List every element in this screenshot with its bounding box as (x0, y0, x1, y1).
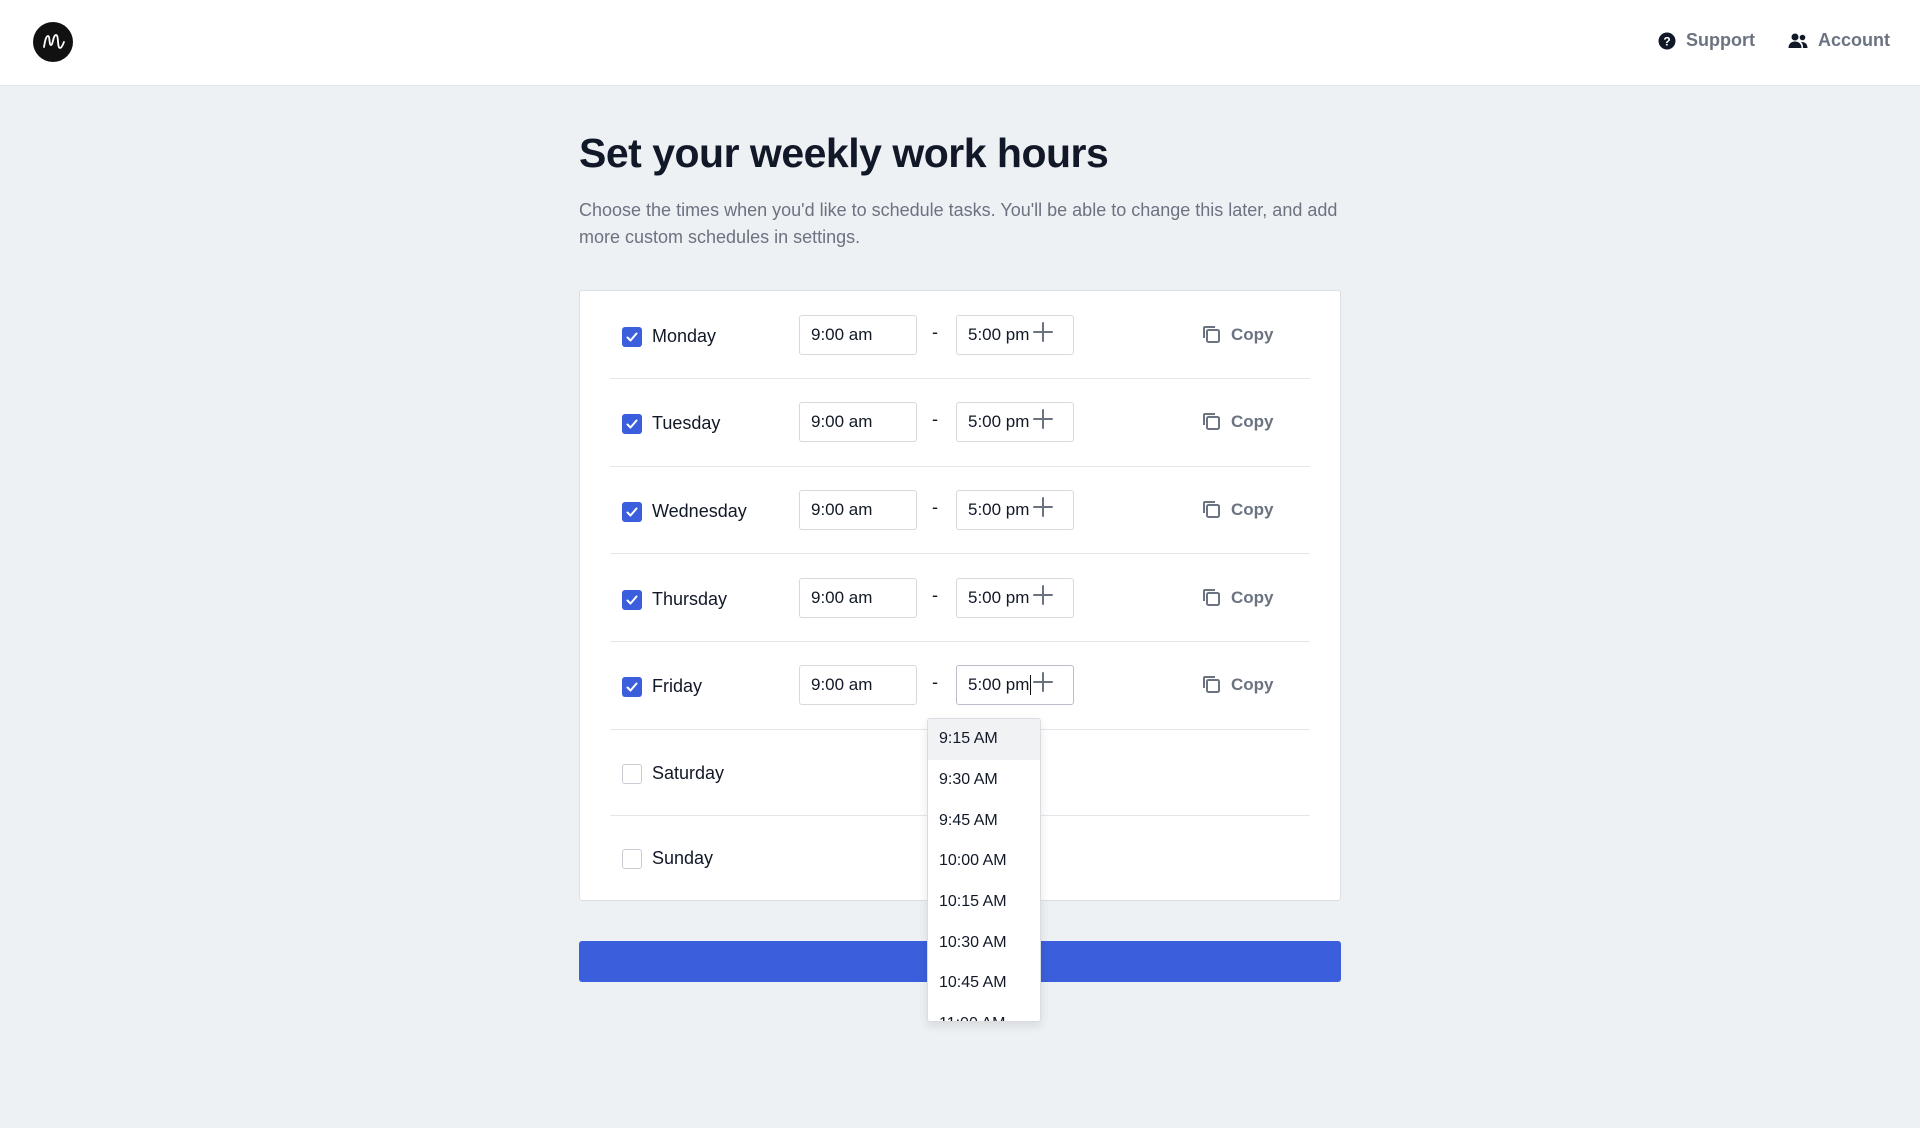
account-label: Account (1818, 30, 1890, 50)
day-label-sunday: Sunday (652, 848, 714, 868)
dropdown-option[interactable]: 9:45 AM (928, 800, 1040, 841)
start-time-input-wednesday[interactable]: 9:00 am (799, 490, 917, 530)
plus-icon[interactable] (1032, 496, 1054, 518)
copy-label: Copy (1231, 324, 1274, 344)
day-label-thursday: Thursday (652, 589, 728, 609)
day-row-monday: Monday 9:00 am - 5:00 pm Copy (610, 291, 1310, 379)
plus-icon[interactable] (1032, 408, 1054, 430)
top-bar: ? Support Account (0, 0, 1920, 86)
copy-button-tuesday[interactable]: Copy (1201, 411, 1274, 432)
checkbox-sunday[interactable] (622, 849, 642, 869)
checkbox-saturday[interactable] (622, 764, 642, 784)
plus-icon[interactable] (1032, 584, 1054, 606)
day-row-wednesday: Wednesday 9:00 am - 5:00 pm Copy (610, 467, 1310, 554)
start-time-input-friday[interactable]: 9:00 am (799, 665, 917, 705)
plus-icon[interactable] (1032, 321, 1054, 343)
page-title: Set your weekly work hours (579, 130, 1109, 176)
copy-label: Copy (1231, 674, 1274, 694)
plus-icon[interactable] (1032, 671, 1054, 693)
start-time-input-monday[interactable]: 9:00 am (799, 315, 917, 355)
copy-button-monday[interactable]: Copy (1201, 324, 1274, 345)
end-time-input-friday[interactable]: 5:00 pm (956, 665, 1074, 705)
day-label-wednesday: Wednesday (652, 501, 747, 521)
copy-button-friday[interactable]: Copy (1201, 674, 1274, 695)
time-separator: - (932, 585, 938, 605)
page-subtitle: Choose the times when you'd like to sche… (579, 200, 1338, 247)
dropdown-option[interactable]: 10:45 AM (928, 963, 1040, 1004)
svg-text:?: ? (1663, 34, 1670, 48)
dropdown-option[interactable]: 11:00 AM (928, 1004, 1040, 1021)
day-label-friday: Friday (652, 676, 703, 696)
day-label-saturday: Saturday (652, 763, 725, 783)
start-time-input-tuesday[interactable]: 9:00 am (799, 402, 917, 442)
account-link[interactable]: Account (1788, 30, 1890, 51)
copy-icon (1203, 413, 1220, 430)
dropdown-option[interactable]: 9:15 AM (928, 719, 1040, 760)
users-icon (1788, 33, 1808, 48)
checkmark-icon (626, 507, 638, 517)
time-separator: - (932, 322, 938, 342)
dropdown-option[interactable]: 10:30 AM (928, 922, 1040, 963)
day-label-monday: Monday (652, 326, 717, 346)
end-time-input-wednesday[interactable]: 5:00 pm (956, 490, 1074, 530)
copy-label: Copy (1231, 499, 1274, 519)
day-row-tuesday: Tuesday 9:00 am - 5:00 pm Copy (610, 379, 1310, 467)
copy-icon (1203, 589, 1220, 606)
checkbox-friday[interactable] (622, 677, 642, 697)
copy-button-thursday[interactable]: Copy (1201, 587, 1274, 608)
end-time-value-friday: 5:00 pm (968, 675, 1030, 694)
checkmark-icon (626, 332, 638, 342)
question-circle-icon: ? (1658, 32, 1676, 49)
start-time-input-thursday[interactable]: 9:00 am (799, 578, 917, 618)
time-separator: - (932, 672, 938, 692)
checkbox-wednesday[interactable] (622, 502, 642, 522)
copy-icon (1203, 326, 1220, 343)
checkmark-icon (626, 419, 638, 429)
copy-button-wednesday[interactable]: Copy (1201, 499, 1274, 520)
day-row-thursday: Thursday 9:00 am - 5:00 pm Copy (610, 554, 1310, 642)
dropdown-option[interactable]: 9:30 AM (928, 760, 1040, 801)
copy-icon (1203, 501, 1220, 518)
day-row-friday: Friday 9:00 am - 5:00 pm Copy (610, 642, 1310, 730)
support-label: Support (1686, 30, 1755, 50)
time-dropdown: 9:15 AM 9:30 AM 9:45 AM 10:00 AM 10:15 A… (927, 718, 1041, 1022)
dropdown-option[interactable]: 10:00 AM (928, 841, 1040, 882)
checkbox-tuesday[interactable] (622, 414, 642, 434)
time-separator: - (932, 409, 938, 429)
end-time-input-tuesday[interactable]: 5:00 pm (956, 402, 1074, 442)
copy-label: Copy (1231, 587, 1274, 607)
time-separator: - (932, 497, 938, 517)
copy-icon (1203, 676, 1220, 693)
copy-label: Copy (1231, 411, 1274, 431)
checkbox-monday[interactable] (622, 327, 642, 347)
dropdown-option[interactable]: 10:15 AM (928, 882, 1040, 923)
checkbox-thursday[interactable] (622, 590, 642, 610)
brand-logo[interactable] (33, 22, 73, 62)
checkmark-icon (626, 595, 638, 605)
day-label-tuesday: Tuesday (652, 413, 721, 433)
checkmark-icon (626, 682, 638, 692)
end-time-input-thursday[interactable]: 5:00 pm (956, 578, 1074, 618)
support-link[interactable]: ? Support (1658, 30, 1755, 51)
end-time-input-monday[interactable]: 5:00 pm (956, 315, 1074, 355)
